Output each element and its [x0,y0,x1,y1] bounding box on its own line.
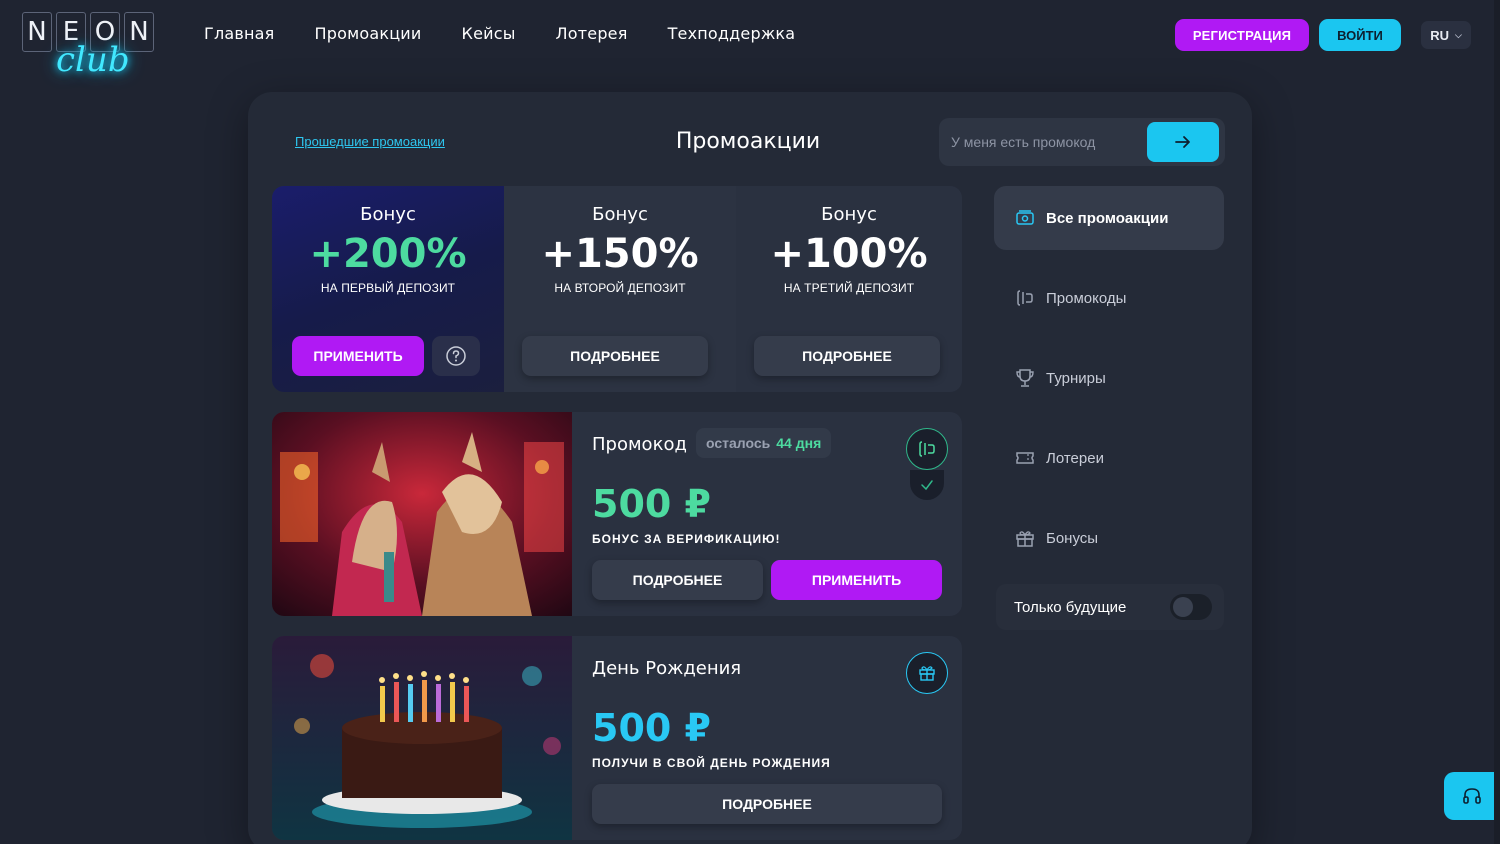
help-button[interactable] [432,336,480,376]
all-promos-icon [1014,207,1036,229]
bonus-subtitle: НА ВТОРОЙ ДЕПОЗИТ [554,281,686,295]
ticket-icon [1014,447,1036,469]
days-left-badge: осталось 44 дня [696,428,832,458]
days-left-value: 44 дня [776,435,822,451]
nav-home[interactable]: Главная [204,24,275,43]
sidebar-item-label: Промокоды [1046,289,1127,307]
promo-image-birthday-cake [272,636,572,840]
gift-type-badge [906,652,948,694]
toggle-knob [1173,597,1193,617]
logo-club-script: club [56,40,130,80]
promocode-icon [1014,287,1036,309]
promo-apply-button[interactable]: ПРИМЕНИТЬ [771,560,942,600]
sidebar-item-all-promos[interactable]: Все промоакции [994,186,1224,250]
promo-card-verification: Промокод осталось 44 дня 500 ₽ БОНУС ЗА … [272,412,962,616]
bonus-subtitle: НА ПЕРВЫЙ ДЕПОЗИТ [320,281,456,295]
sidebar-item-label: Турниры [1046,369,1106,387]
sidebar-item-label: Лотереи [1046,449,1104,467]
page-scrollbar[interactable] [1494,0,1500,844]
logo-letter: N [22,12,52,52]
register-button[interactable]: РЕГИСТРАЦИЯ [1175,19,1309,51]
language-code: RU [1430,27,1449,43]
question-icon [446,346,466,366]
sidebar-item-tournaments[interactable]: Турниры [994,346,1224,410]
promo-details-button[interactable]: ПОДРОБНЕЕ [592,784,942,824]
bonus-value: +200% [309,231,467,277]
sidebar-item-bonuses[interactable]: Бонусы [994,506,1224,570]
bonus-label: Бонус [592,204,648,225]
sidebar-item-label: Все промоакции [1046,209,1169,227]
bonus-value: +100% [770,231,928,277]
chevron-down-icon: ⌵ [1454,29,1462,40]
support-chat-button[interactable] [1444,772,1500,820]
past-promotions-link[interactable]: Прошедшие промоакции [295,134,445,149]
verification-badge [910,470,944,500]
future-only-label: Только будущие [1014,598,1127,616]
bonus-card-third: Бонус +100% НА ТРЕТИЙ ДЕПОЗИТ ПОДРОБНЕЕ [736,186,962,392]
verified-check-icon [921,480,933,491]
bonus-details-button[interactable]: ПОДРОБНЕЕ [754,336,940,376]
promo-card-birthday: День Рождения 500 ₽ ПОЛУЧИ В СВОЙ ДЕНЬ Р… [272,636,962,840]
main-nav: Главная Промоакции Кейсы Лотерея Техподд… [204,24,795,43]
page-title: Промоакции [675,129,821,154]
promo-description: БОНУС ЗА ВЕРИФИКАЦИЮ! [592,532,781,546]
language-selector[interactable]: RU ⌵ [1421,21,1471,49]
apply-bonus-button[interactable]: ПРИМЕНИТЬ [292,336,424,376]
future-only-toggle[interactable] [1170,594,1212,620]
promocode-submit-button[interactable] [1147,122,1219,162]
promo-image-llamas [272,412,572,616]
nav-lottery[interactable]: Лотерея [556,24,628,43]
login-button[interactable]: ВОЙТИ [1319,19,1401,51]
future-only-filter: Только будущие [996,584,1224,630]
headset-icon [1463,788,1481,804]
sidebar-item-promocodes[interactable]: Промокоды [994,266,1224,330]
promocode-icon [919,441,935,457]
bonus-details-button[interactable]: ПОДРОБНЕЕ [522,336,708,376]
gift-icon [919,666,935,681]
bonus-label: Бонус [821,204,877,225]
sidebar-item-lotteries[interactable]: Лотереи [994,426,1224,490]
promocode-input[interactable] [951,131,1141,153]
days-left-prefix: осталось [706,435,771,451]
promo-description: ПОЛУЧИ В СВОЙ ДЕНЬ РОЖДЕНИЯ [592,756,831,770]
promocode-type-badge [906,428,948,470]
neon-club-logo[interactable]: N E O N club [22,12,158,84]
header: N E O N club Главная Промоакции Кейсы Ло… [0,0,1500,80]
deposit-bonus-strip: Бонус +200% НА ПЕРВЫЙ ДЕПОЗИТ ПРИМЕНИТЬ … [272,186,962,392]
gift-icon [1014,527,1036,549]
bonus-card-first: Бонус +200% НА ПЕРВЫЙ ДЕПОЗИТ ПРИМЕНИТЬ [272,186,518,392]
promo-details-button[interactable]: ПОДРОБНЕЕ [592,560,763,600]
nav-promotions[interactable]: Промоакции [315,24,422,43]
bonus-label: Бонус [360,204,416,225]
trophy-icon [1014,367,1036,389]
sidebar-item-label: Бонусы [1046,529,1099,547]
bonus-value: +150% [541,231,699,277]
promo-amount: 500 ₽ [592,706,711,750]
bonus-subtitle: НА ТРЕТИЙ ДЕПОЗИТ [783,281,915,295]
arrow-right-icon [1175,136,1190,148]
nav-support[interactable]: Техподдержка [668,24,796,43]
promocode-form [939,118,1225,166]
promo-title: Промокод [592,434,687,455]
promo-title: День Рождения [592,658,742,679]
promo-amount: 500 ₽ [592,482,711,526]
nav-cases[interactable]: Кейсы [462,24,516,43]
bonus-card-second: Бонус +150% НА ВТОРОЙ ДЕПОЗИТ ПОДРОБНЕЕ [504,186,750,392]
